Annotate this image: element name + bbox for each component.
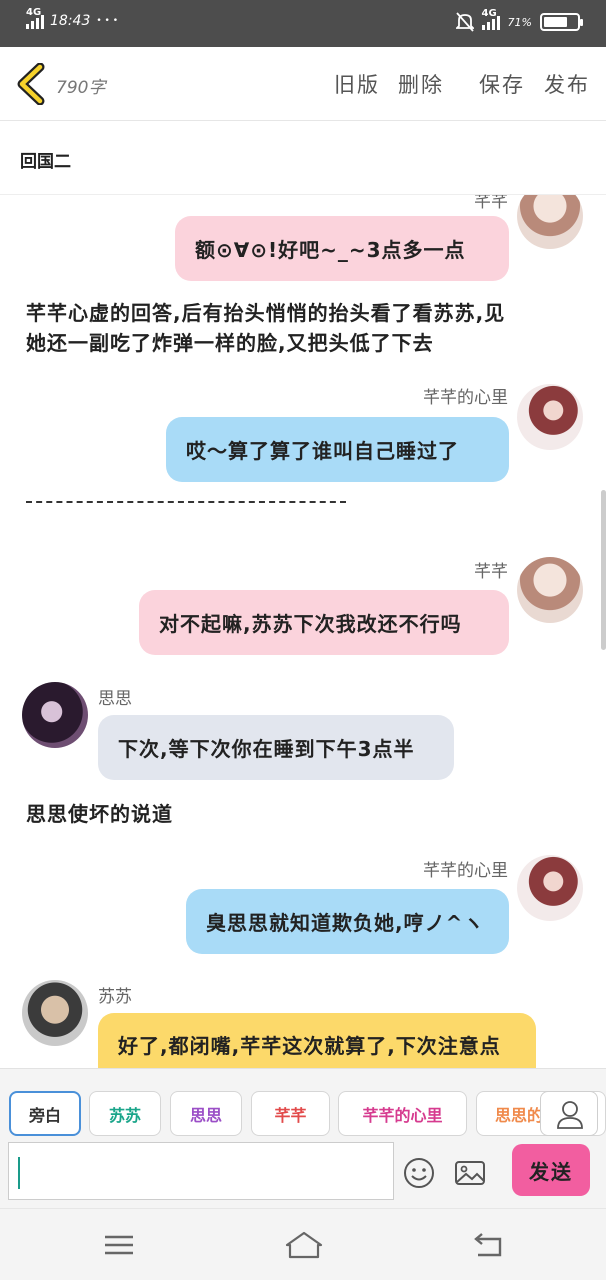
speaker-name: 芊芊的心里 <box>423 388 508 408</box>
old-version-button[interactable]: 旧版 <box>334 69 380 99</box>
avatar-qianqian-heart[interactable] <box>517 855 583 921</box>
image-icon[interactable] <box>453 1156 487 1190</box>
role-chip-qianqian-heart[interactable]: 芊芊的心里 <box>338 1091 467 1136</box>
cellular-signal-icon-right: 4G <box>481 8 500 30</box>
section-divider <box>26 501 346 503</box>
speaker-name: 苏苏 <box>98 987 132 1007</box>
text-caret <box>18 1157 20 1189</box>
chapter-title[interactable]: 回国二 <box>20 147 71 172</box>
role-selector: 旁白 苏苏 思思 芊芊 芊芊的心里 思思的心里 <box>0 1068 606 1138</box>
message-input[interactable] <box>8 1142 394 1200</box>
manage-roles-button[interactable] <box>540 1091 598 1136</box>
battery-percent: 71% <box>507 15 532 29</box>
emoji-icon[interactable] <box>402 1156 436 1190</box>
save-button[interactable]: 保存 <box>479 69 525 99</box>
mute-bell-icon <box>455 12 474 32</box>
send-button[interactable]: 发送 <box>512 1144 590 1196</box>
speaker-name: 芊芊的心里 <box>423 861 508 881</box>
message-bubble[interactable]: 哎～算了算了谁叫自己睡过了 <box>166 417 509 482</box>
narration-line-2[interactable]: 她还一副吃了炸弹一样的脸,又把头低了下去 <box>26 328 434 358</box>
role-chip-susu[interactable]: 苏苏 <box>89 1091 161 1136</box>
menu-icon[interactable] <box>99 1229 139 1261</box>
message-bubble[interactable]: 下次,等下次你在睡到下午3点半 <box>98 715 454 780</box>
back-icon[interactable] <box>468 1229 508 1261</box>
input-bar: 发送 <box>0 1138 606 1208</box>
message-bubble[interactable]: 好了,都闭嘴,芊芊这次就算了,下次注意点 <box>98 1013 536 1068</box>
status-bar: 4G 18:43 • • • 4G 71% <box>0 0 606 47</box>
speaker-name: 思思 <box>98 689 132 709</box>
scrollbar[interactable] <box>601 490 606 650</box>
avatar-susu[interactable] <box>22 980 88 1046</box>
message-bubble[interactable]: 对不起嘛,苏苏下次我改还不行吗 <box>139 590 509 655</box>
notification-dots: • • • <box>96 16 119 26</box>
message-bubble[interactable]: 额⊙∀⊙!好吧~_~3点多一点 <box>175 216 509 281</box>
role-chip-qianqian[interactable]: 芊芊 <box>251 1091 330 1136</box>
avatar-sisi[interactable] <box>22 682 88 748</box>
publish-button[interactable]: 发布 <box>544 69 590 99</box>
avatar-qianqian[interactable] <box>517 195 583 249</box>
role-chip-sisi[interactable]: 思思 <box>170 1091 242 1136</box>
avatar-qianqian-heart[interactable] <box>517 384 583 450</box>
home-icon[interactable] <box>284 1229 324 1261</box>
narration-line-1[interactable]: 芊芊心虚的回答,后有抬头悄悄的抬头看了看苏苏,见 <box>26 298 505 328</box>
chapter-title-row[interactable]: 回国二 <box>0 121 606 195</box>
cellular-signal-icon: 4G <box>26 7 44 29</box>
editor-header: 790字 旧版 删除 保存 发布 <box>0 47 606 121</box>
battery-icon <box>540 13 583 31</box>
chat-area[interactable]: 芊芊 额⊙∀⊙!好吧~_~3点多一点 芊芊心虚的回答,后有抬头悄悄的抬头看了看苏… <box>0 195 606 1068</box>
back-chevron-icon[interactable] <box>14 63 50 105</box>
speaker-name: 芊芊 <box>474 195 508 212</box>
word-count: 790字 <box>56 78 106 98</box>
delete-button[interactable]: 删除 <box>398 69 444 99</box>
system-nav-bar <box>0 1208 606 1280</box>
person-icon <box>557 1101 583 1129</box>
narration-line[interactable]: 思思使坏的说道 <box>26 799 173 829</box>
speaker-name: 芊芊 <box>474 562 508 582</box>
clock: 18:43 <box>50 13 91 29</box>
role-chip-narration[interactable]: 旁白 <box>9 1091 81 1136</box>
message-bubble[interactable]: 臭思思就知道欺负她,哼ノ^ヽ <box>186 889 509 954</box>
avatar-qianqian[interactable] <box>517 557 583 623</box>
